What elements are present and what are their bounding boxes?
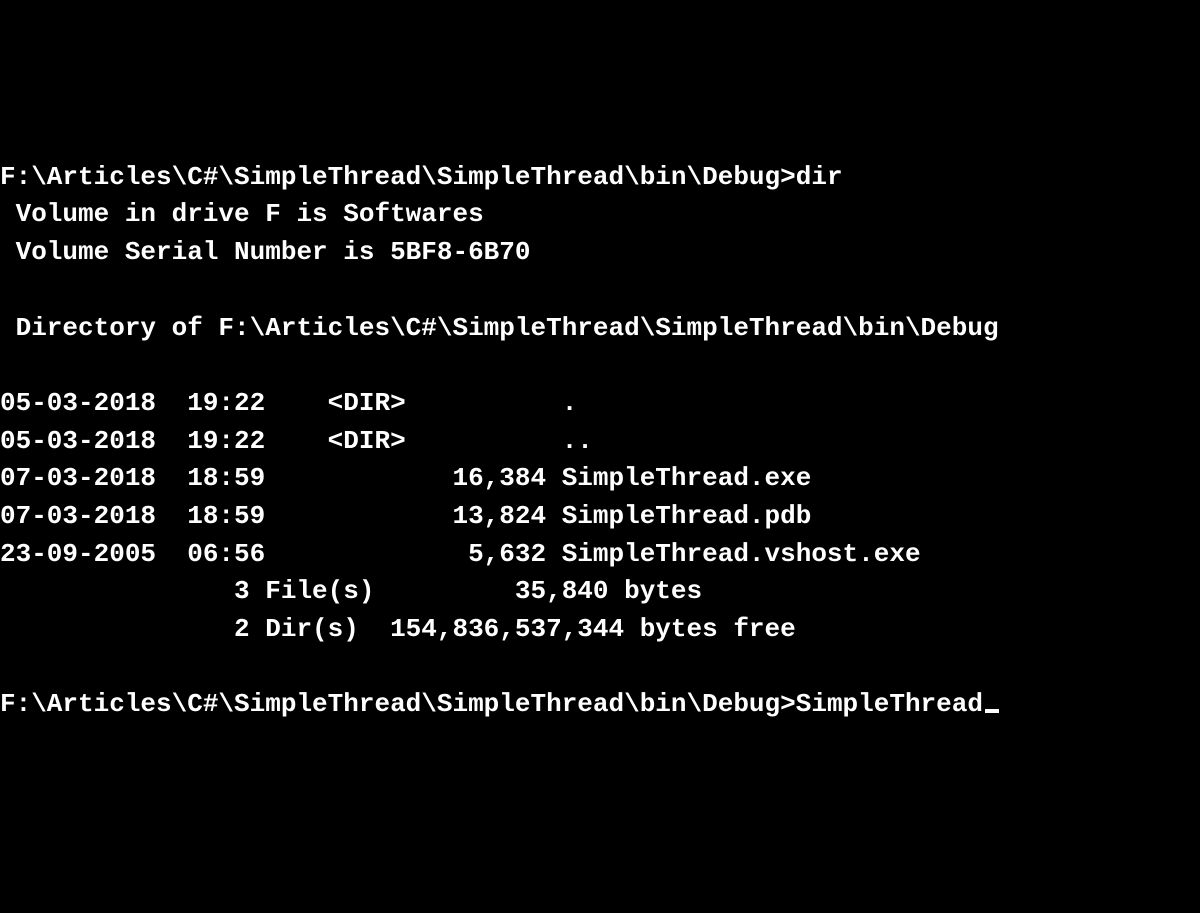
dir-entry: 05-03-2018 19:22 <DIR> . xyxy=(0,388,577,418)
summary-dirs: 2 Dir(s) 154,836,537,344 bytes free xyxy=(0,614,796,644)
dir-entry: 07-03-2018 18:59 16,384 SimpleThread.exe xyxy=(0,463,811,493)
volume-info: Volume in drive F is Softwares xyxy=(0,199,484,229)
serial-info: Volume Serial Number is 5BF8-6B70 xyxy=(0,237,531,267)
summary-files: 3 File(s) 35,840 bytes xyxy=(0,576,702,606)
dir-entry: 07-03-2018 18:59 13,824 SimpleThread.pdb xyxy=(0,501,811,531)
command-input[interactable]: SimpleThread xyxy=(796,689,983,719)
prompt-path: F:\Articles\C#\SimpleThread\SimpleThread… xyxy=(0,162,796,192)
dir-entry: 23-09-2005 06:56 5,632 SimpleThread.vsho… xyxy=(0,539,921,569)
command-dir: dir xyxy=(796,162,843,192)
directory-header: Directory of F:\Articles\C#\SimpleThread… xyxy=(0,313,999,343)
cursor-icon xyxy=(985,709,999,713)
terminal-output[interactable]: F:\Articles\C#\SimpleThread\SimpleThread… xyxy=(0,151,1200,724)
dir-entry: 05-03-2018 19:22 <DIR> .. xyxy=(0,426,593,456)
prompt-path: F:\Articles\C#\SimpleThread\SimpleThread… xyxy=(0,689,796,719)
